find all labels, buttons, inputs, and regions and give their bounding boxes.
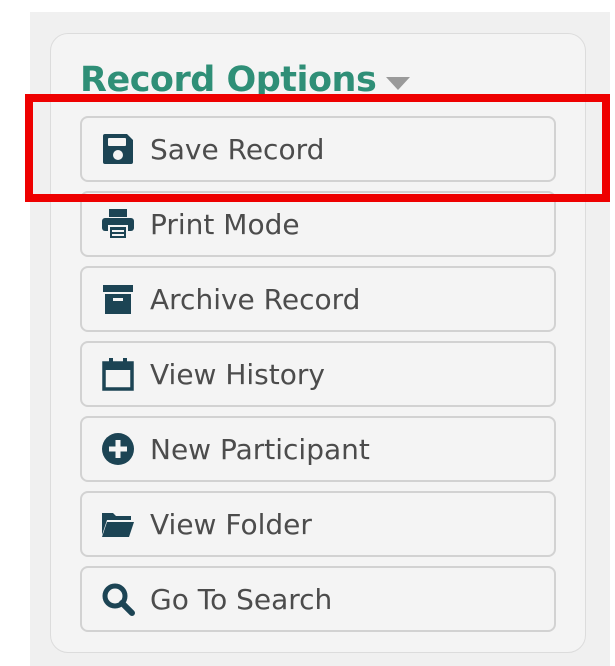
archive-record-button[interactable]: Archive Record (80, 266, 556, 332)
save-record-button[interactable]: Save Record (80, 116, 556, 182)
search-icon (100, 581, 136, 617)
panel-title: Record Options (80, 60, 377, 100)
caret-down-icon (386, 76, 411, 90)
save-icon (100, 131, 136, 167)
archive-record-label: Archive Record (150, 282, 361, 316)
folder-icon (100, 506, 136, 542)
print-mode-button[interactable]: Print Mode (80, 191, 556, 257)
new-participant-button[interactable]: New Participant (80, 416, 556, 482)
go-to-search-button[interactable]: Go To Search (80, 566, 556, 632)
plus-circle-icon (100, 431, 136, 467)
archive-icon (100, 281, 136, 317)
print-icon (100, 206, 136, 242)
view-folder-button[interactable]: View Folder (80, 491, 556, 557)
view-history-button[interactable]: View History (80, 341, 556, 407)
new-participant-label: New Participant (150, 432, 370, 466)
print-mode-label: Print Mode (150, 207, 300, 241)
record-options-header[interactable]: Record Options (80, 56, 411, 104)
go-to-search-label: Go To Search (150, 582, 333, 616)
save-record-label: Save Record (150, 132, 325, 166)
calendar-icon (100, 356, 136, 392)
view-history-label: View History (150, 357, 325, 391)
view-folder-label: View Folder (150, 507, 312, 541)
